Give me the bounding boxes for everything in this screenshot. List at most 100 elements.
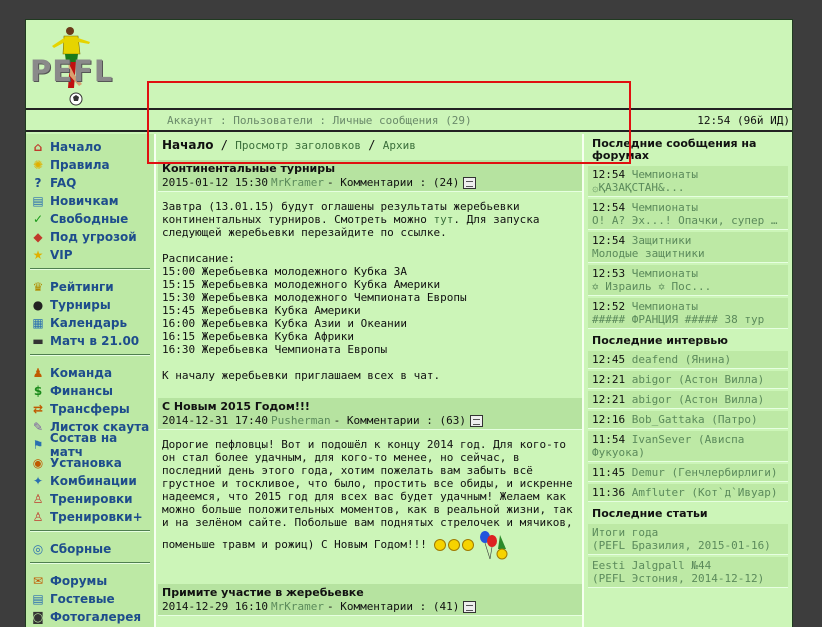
comments-document-icon[interactable] xyxy=(470,414,484,427)
forum-post-item[interactable]: 12:54 Защитники Молодые защитники xyxy=(588,232,788,263)
interview-link[interactable]: deafend (Янина) xyxy=(632,353,731,366)
nav-item-0-5[interactable]: ◆ Под угрозой xyxy=(26,228,154,246)
news-author[interactable]: Pusherman xyxy=(271,414,331,427)
news-header: Континентальные турниры 2015-01-12 15:30… xyxy=(158,160,582,192)
comments-count[interactable]: (41) xyxy=(433,600,460,613)
forum-post-item[interactable]: 12:52 Чемпионаты ##### ФРАНЦИЯ ##### 38 т… xyxy=(588,298,788,329)
interviews-list: 12:45 deafend (Янина) 12:21 abigor (Астон… xyxy=(588,351,788,502)
forum-post-category[interactable]: Чемпионаты xyxy=(632,267,698,280)
comments-document-icon[interactable] xyxy=(463,176,477,189)
nav-item-0-0[interactable]: ⌂ Начало xyxy=(26,138,154,156)
forum-post-category[interactable]: Чемпионаты xyxy=(632,201,698,214)
interview-item[interactable]: 12:16 Bob_Gattaka (Патро) xyxy=(588,411,788,429)
news-intro-link[interactable]: тут xyxy=(434,213,454,226)
site-logo[interactable]: PEFL xyxy=(30,26,120,110)
nav-divider xyxy=(30,354,150,356)
nav-item-0-1[interactable]: ✺ Правила xyxy=(26,156,154,174)
calendar-icon: ▦ xyxy=(32,316,44,330)
forum-post-time: 12:54 xyxy=(592,234,626,247)
news-meta: 2014-12-31 17:40 Pusherman - Комментарии… xyxy=(162,414,580,427)
interview-link[interactable]: abigor (Астон Вилла) xyxy=(632,373,764,386)
training-icon: ♙ xyxy=(32,492,44,506)
nav-item-1-0[interactable]: ♛ Рейтинги xyxy=(26,278,154,296)
comments-label: - Комментарии : xyxy=(333,414,433,427)
nav-item-label: Тренировки+ xyxy=(50,510,143,524)
interview-link[interactable]: Amfluter (Кот`д`Ивуар) xyxy=(632,486,778,499)
nav-item-0-4[interactable]: ✓ Свободные xyxy=(26,210,154,228)
nav-item-2-6[interactable]: ✦ Комбинации xyxy=(26,472,154,490)
interview-item[interactable]: 11:54 IvanSever (Ависпа Фукуока) xyxy=(588,431,788,462)
forum-post-topic[interactable]: ##### ФРАНЦИЯ ##### 38 тур xyxy=(592,313,784,326)
forum-post-category[interactable]: Чемпионаты xyxy=(632,168,698,181)
interview-link[interactable]: Bob_Gattaka (Патро) xyxy=(632,413,758,426)
nav-item-4-0[interactable]: ✉ Форумы xyxy=(26,572,154,590)
articles-list: Итоги года (PEFL Бразилия, 2015-01-16) Ees… xyxy=(588,524,788,588)
forum-post-time: 12:53 xyxy=(592,267,626,280)
nav-group: ◎ Сборные xyxy=(26,536,154,558)
nav-item-1-1[interactable]: ● Турниры xyxy=(26,296,154,314)
guestbook-icon: ▤ xyxy=(32,592,44,606)
nav-divider xyxy=(30,268,150,270)
nav-item-2-1[interactable]: $ Финансы xyxy=(26,382,154,400)
news-title[interactable]: Примите участие в жеребьевке xyxy=(162,586,580,599)
news-author[interactable]: MrKramer xyxy=(271,600,324,613)
forum-post-topic[interactable]: ✡ Израиль ✡ Пос... xyxy=(592,280,784,293)
nav-item-0-3[interactable]: ▤ Новичкам xyxy=(26,192,154,210)
forum-post-category[interactable]: Чемпионаты xyxy=(632,300,698,313)
article-item[interactable]: Eesti Jalgpall №44 (PEFL Эстония, 2014-12… xyxy=(588,557,788,588)
home-icon: ⌂ xyxy=(33,140,43,154)
newbie-icon: ▤ xyxy=(32,194,44,208)
forum-post-topic[interactable]: О! А? Эх...! Опачки, супер ин... xyxy=(592,214,784,227)
check-icon: ✓ xyxy=(32,212,44,226)
interview-item[interactable]: 12:45 deafend (Янина) xyxy=(588,351,788,369)
nav-item-2-2[interactable]: ⇄ Трансферы xyxy=(26,400,154,418)
comments-document-icon[interactable] xyxy=(463,600,477,613)
nav-item-1-3[interactable]: ▬ Матч в 21.00 xyxy=(26,332,154,350)
nav-item-2-8[interactable]: ♙ Тренировки+ xyxy=(26,508,154,526)
forum-post-topic[interactable]: Молодые защитники xyxy=(592,247,784,260)
nav-item-label: Гостевые xyxy=(50,592,115,606)
interview-item[interactable]: 11:45 Demur (Генчлербирлиги) xyxy=(588,464,788,482)
news-column: Начало / Просмотр заголовков / Архив Кон… xyxy=(158,134,584,627)
nav-item-2-4[interactable]: ⚑ Состав на матч xyxy=(26,431,154,459)
nav-item-label: Трансферы xyxy=(50,402,130,416)
nav-group: ♟ Команда $ Финансы ⇄ Трансферы ✎ Листок скаута… xyxy=(26,360,154,526)
nav-item-4-1[interactable]: ▤ Гостевые xyxy=(26,590,154,608)
interview-link[interactable]: abigor (Астон Вилла) xyxy=(632,393,764,406)
news-title[interactable]: С Новым 2015 Годом!!! xyxy=(162,400,580,413)
nav-item-1-2[interactable]: ▦ Календарь xyxy=(26,314,154,332)
nav-item-label: Команда xyxy=(50,366,113,380)
article-title[interactable]: Eesti Jalgpall №44 xyxy=(592,559,784,572)
comments-count[interactable]: (63) xyxy=(440,414,467,427)
nav-item-0-6[interactable]: ★ VIP xyxy=(26,246,154,264)
interview-link[interactable]: Demur (Генчлербирлиги) xyxy=(632,466,778,479)
schedule-line: 15:00 Жеребьевка молодежного Кубка 3А xyxy=(162,265,408,278)
forum-post-category[interactable]: Защитники xyxy=(632,234,692,247)
nav-item-0-2[interactable]: ? FAQ xyxy=(26,174,154,192)
nav-item-label: Под угрозой xyxy=(50,230,137,244)
forum-post-item[interactable]: 12:53 Чемпионаты ✡ Израиль ✡ Пос... xyxy=(588,265,788,296)
news-meta: 2014-12-29 16:10 MrKramer - Комментарии … xyxy=(162,600,580,613)
forum-post-item[interactable]: 12:54 Чемпионаты ۞ҚАЗАҚСТАН&... xyxy=(588,166,788,197)
article-item[interactable]: Итоги года (PEFL Бразилия, 2015-01-16) xyxy=(588,524,788,555)
forum-post-topic[interactable]: ۞ҚАЗАҚСТАН&... xyxy=(592,181,784,194)
nav-item-3-0[interactable]: ◎ Сборные xyxy=(26,540,154,558)
forum-post-item[interactable]: 12:54 Чемпионаты О! А? Эх...! Опачки, суп… xyxy=(588,199,788,230)
nav-item-label: Тренировки xyxy=(50,492,133,506)
interview-item[interactable]: 12:21 abigor (Астон Вилла) xyxy=(588,371,788,389)
comments-count[interactable]: (24) xyxy=(433,176,460,189)
nav-item-4-2[interactable]: ◙ Фотогалерея xyxy=(26,608,154,626)
camera-icon: ◙ xyxy=(32,610,44,624)
schedule-line: 16:30 Жеребьевка Чемпионата Европы xyxy=(162,343,388,356)
interview-time: 12:21 xyxy=(592,393,626,406)
article-title[interactable]: Итоги года xyxy=(592,526,784,539)
ball-icon: ● xyxy=(32,298,44,312)
interviews-heading: Последние интервью xyxy=(592,334,728,347)
article-meta: (PEFL Бразилия, 2015-01-16) xyxy=(592,539,771,552)
news-author[interactable]: MrKramer xyxy=(271,176,324,189)
nav-item-2-0[interactable]: ♟ Команда xyxy=(26,364,154,382)
interview-item[interactable]: 12:21 abigor (Астон Вилла) xyxy=(588,391,788,409)
interview-item[interactable]: 11:36 Amfluter (Кот`д`Ивуар) xyxy=(588,484,788,502)
nav-item-label: Свободные xyxy=(50,212,129,226)
nav-item-2-7[interactable]: ♙ Тренировки xyxy=(26,490,154,508)
